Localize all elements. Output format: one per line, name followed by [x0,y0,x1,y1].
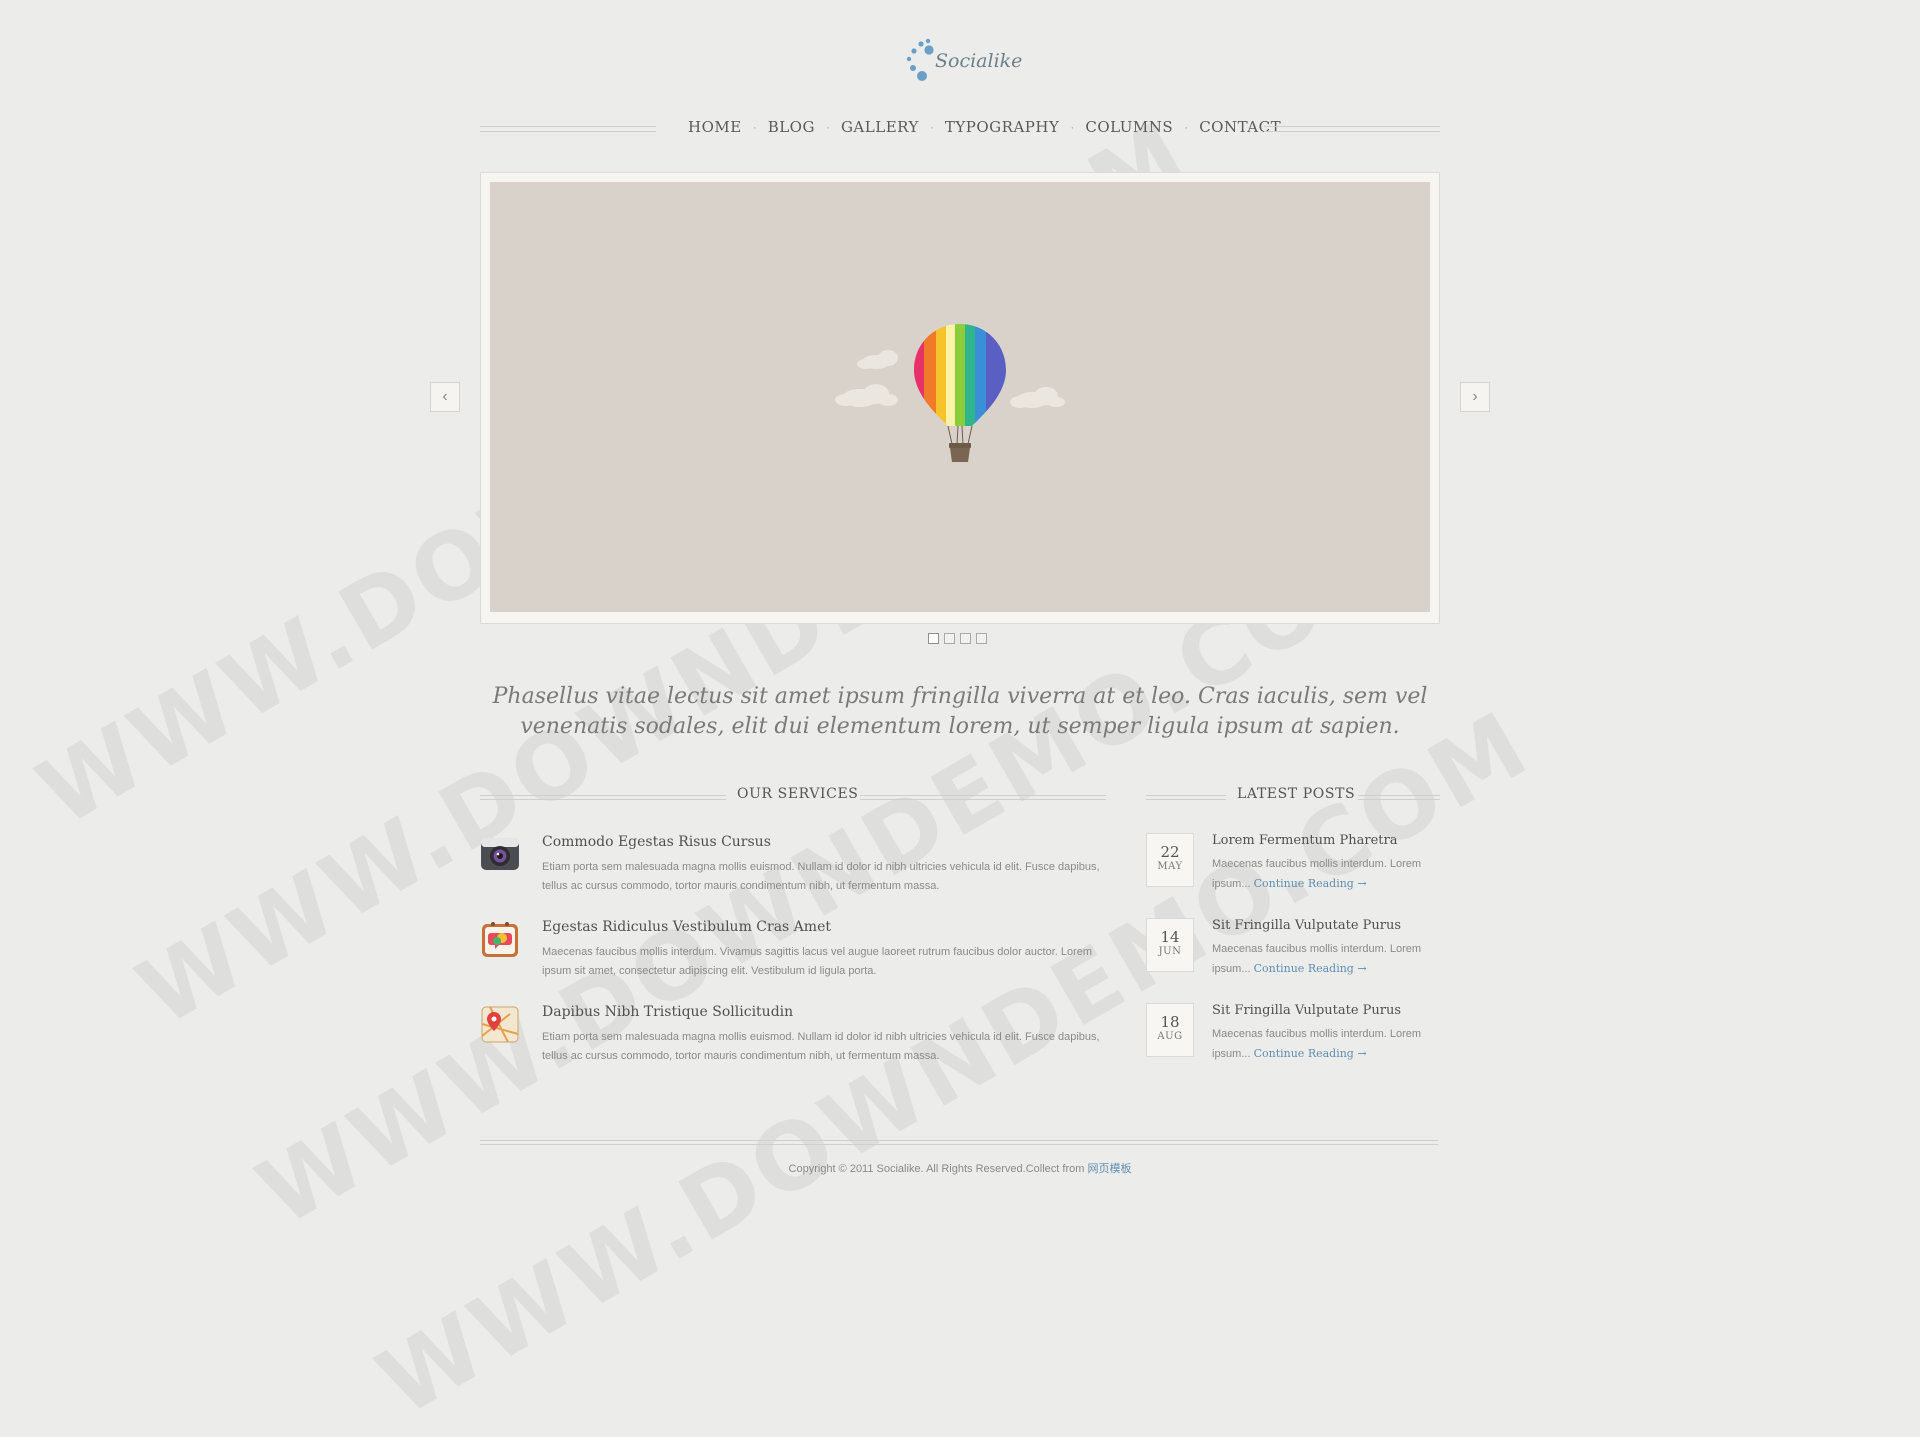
service-item: Commodo Egestas Risus Cursus Etiam porta… [480,834,1106,904]
copyright-text: Copyright © 2011 Socialike. All Rights R… [788,1163,1088,1175]
slider-dot[interactable] [960,633,971,644]
nav-separator: · [1070,120,1075,134]
post-day: 18 [1160,1013,1180,1031]
heading-divider [860,795,1106,800]
slide-image[interactable] [490,182,1430,612]
post-item: 18 AUG Sit Fringilla Vulputate Purus Mae… [1146,1003,1440,1075]
nav-divider [1264,126,1440,132]
footer: Copyright © 2011 Socialike. All Rights R… [480,1160,1440,1176]
map-pin-icon [481,1006,519,1043]
post-title[interactable]: Sit Fringilla Vulputate Purus [1212,918,1401,933]
main-nav: HOME · BLOG · GALLERY · TYPOGRAPHY · COL… [480,118,1440,140]
post-date-badge: 22 MAY [1146,833,1194,887]
slider-pagination [928,633,987,644]
service-text: Maecenas faucibus mollis interdum. Vivam… [542,946,1093,977]
post-month: MAY [1157,861,1183,872]
slider-dot[interactable] [976,633,987,644]
camera-icon [481,838,519,870]
hot-air-balloon-illustration [835,324,1065,462]
dots-logo-icon [906,38,934,81]
continue-reading-link[interactable]: Continue Reading → [1254,877,1367,890]
nav-separator: · [929,120,934,134]
service-item: Dapibus Nibh Tristique Sollicitudin Etia… [480,1004,1106,1074]
heading-divider [1358,795,1440,800]
nav-item-gallery[interactable]: GALLERY [841,118,919,136]
post-date-badge: 18 AUG [1146,1003,1194,1057]
continue-reading-link[interactable]: Continue Reading → [1254,1047,1367,1060]
nav-separator: · [1184,120,1189,134]
post-title[interactable]: Lorem Fermentum Pharetra [1212,833,1397,848]
slider-dot[interactable] [928,633,939,644]
footer-divider [480,1140,1438,1145]
slider-dot[interactable] [944,633,955,644]
slider [480,172,1440,624]
post-item: 14 JUN Sit Fringilla Vulputate Purus Mae… [1146,918,1440,990]
posts-heading: LATEST POSTS [1146,786,1440,806]
post-title[interactable]: Sit Fringilla Vulputate Purus [1212,1003,1401,1018]
services-heading: OUR SERVICES [480,786,1106,806]
service-title[interactable]: Dapibus Nibh Tristique Sollicitudin [542,1004,793,1020]
post-day: 14 [1160,928,1180,946]
post-item: 22 MAY Lorem Fermentum Pharetra Maecenas… [1146,833,1440,905]
chevron-left-icon: ‹ [442,388,448,405]
post-month: AUG [1157,1031,1183,1042]
post-excerpt: Maecenas faucibus mollis interdum. Lorem… [1212,1025,1440,1064]
service-title[interactable]: Egestas Ridiculus Vestibulum Cras Amet [542,919,831,935]
continue-reading-link[interactable]: Continue Reading → [1254,962,1367,975]
nav-item-typography[interactable]: TYPOGRAPHY [945,118,1059,136]
post-excerpt: Maecenas faucibus mollis interdum. Lorem… [1212,940,1440,979]
nav-divider [480,126,656,132]
service-title[interactable]: Commodo Egestas Risus Cursus [542,834,771,850]
post-excerpt: Maecenas faucibus mollis interdum. Lorem… [1212,855,1440,894]
services-title: OUR SERVICES [737,786,859,802]
nav-separator: · [825,120,830,134]
slider-prev-button[interactable]: ‹ [430,382,460,412]
nav-item-home[interactable]: HOME [688,118,742,136]
post-day: 22 [1160,843,1180,861]
logo[interactable]: Socialike [905,38,1025,86]
service-text: Etiam porta sem malesuada magna mollis e… [542,1031,1100,1062]
nav-items: HOME · BLOG · GALLERY · TYPOGRAPHY · COL… [688,118,1281,136]
slider-next-button[interactable]: › [1460,382,1490,412]
post-month: JUN [1158,946,1182,957]
nav-separator: · [752,120,757,134]
post-date-badge: 14 JUN [1146,918,1194,972]
heading-divider [480,795,726,800]
posts-title: LATEST POSTS [1237,786,1356,802]
tagline: Phasellus vitae lectus sit amet ipsum fr… [492,684,1428,739]
nav-item-blog[interactable]: BLOG [768,118,815,136]
chevron-right-icon: › [1472,388,1478,405]
heading-divider [1146,795,1226,800]
chat-calendar-icon [482,922,518,957]
logo-text: Socialike [935,50,1023,72]
service-text: Etiam porta sem malesuada magna mollis e… [542,861,1100,892]
nav-item-columns[interactable]: COLUMNS [1085,118,1173,136]
footer-link[interactable]: 网页模板 [1087,1163,1131,1175]
service-item: Egestas Ridiculus Vestibulum Cras Amet M… [480,919,1106,989]
